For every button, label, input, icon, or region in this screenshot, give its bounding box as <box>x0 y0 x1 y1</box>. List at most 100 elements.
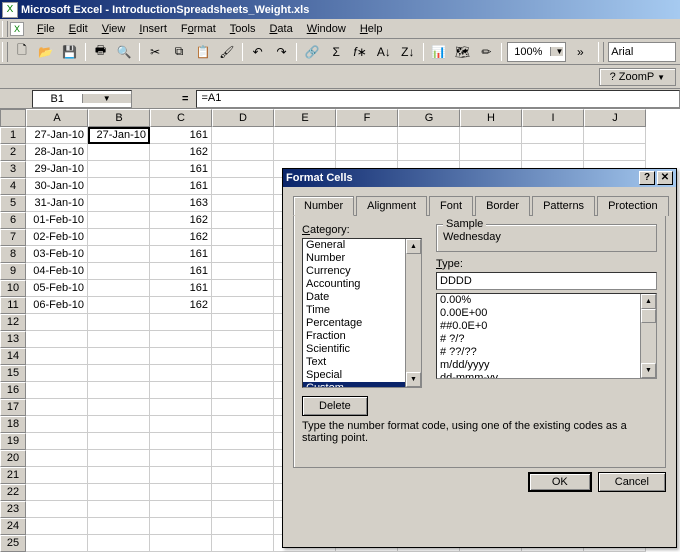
cell[interactable] <box>398 144 460 161</box>
cell[interactable] <box>274 144 336 161</box>
cell[interactable] <box>88 382 150 399</box>
list-item[interactable]: 0.00% <box>437 294 656 307</box>
cell[interactable] <box>88 178 150 195</box>
cell[interactable] <box>88 365 150 382</box>
cell[interactable]: 162 <box>150 144 212 161</box>
zoomp-button[interactable]: ? ZoomP ▼ <box>599 68 676 86</box>
scrollbar[interactable]: ▲▼ <box>405 239 421 387</box>
cell[interactable] <box>212 263 274 280</box>
cell[interactable]: 162 <box>150 297 212 314</box>
close-icon[interactable]: ✕ <box>657 171 673 185</box>
cell[interactable] <box>88 263 150 280</box>
cell[interactable] <box>88 212 150 229</box>
cell[interactable] <box>212 280 274 297</box>
cell[interactable] <box>88 314 150 331</box>
list-item[interactable]: Time <box>303 304 421 317</box>
tab-protection[interactable]: Protection <box>597 196 669 216</box>
row-header[interactable]: 15 <box>0 365 26 382</box>
column-header[interactable]: F <box>336 109 398 127</box>
list-item[interactable]: Special <box>303 369 421 382</box>
list-item[interactable]: Currency <box>303 265 421 278</box>
cell[interactable]: 161 <box>150 263 212 280</box>
menu-insert[interactable]: Insert <box>132 21 174 37</box>
cell[interactable] <box>212 501 274 518</box>
cell[interactable] <box>212 229 274 246</box>
cancel-button[interactable]: Cancel <box>598 472 666 492</box>
cell[interactable] <box>150 365 212 382</box>
cell[interactable] <box>212 331 274 348</box>
tab-font[interactable]: Font <box>429 196 473 216</box>
cell[interactable] <box>212 195 274 212</box>
cell[interactable]: 163 <box>150 195 212 212</box>
toolbar-grip[interactable] <box>2 42 8 62</box>
cell[interactable] <box>212 297 274 314</box>
cell[interactable]: 161 <box>150 280 212 297</box>
cell[interactable] <box>150 467 212 484</box>
cell[interactable]: 27-Jan-10 <box>88 127 150 144</box>
cell[interactable] <box>150 501 212 518</box>
menu-edit[interactable]: Edit <box>62 21 95 37</box>
list-item[interactable]: Number <box>303 252 421 265</box>
row-header[interactable]: 12 <box>0 314 26 331</box>
row-header[interactable]: 24 <box>0 518 26 535</box>
row-header[interactable]: 17 <box>0 399 26 416</box>
cell[interactable]: 162 <box>150 229 212 246</box>
cell[interactable] <box>212 484 274 501</box>
row-header[interactable]: 18 <box>0 416 26 433</box>
menu-help[interactable]: Help <box>353 21 390 37</box>
cell[interactable] <box>26 348 88 365</box>
font-combo[interactable]: Arial <box>608 42 676 62</box>
tab-number[interactable]: Number <box>293 196 354 216</box>
cell[interactable] <box>150 433 212 450</box>
paste-icon[interactable]: 📋 <box>192 41 214 63</box>
help-icon[interactable]: ? <box>639 171 655 185</box>
column-header[interactable]: H <box>460 109 522 127</box>
cell[interactable] <box>212 535 274 552</box>
cell[interactable] <box>150 399 212 416</box>
workbook-icon[interactable]: X <box>10 22 24 36</box>
cell[interactable] <box>26 416 88 433</box>
list-item[interactable]: # ??/?? <box>437 346 656 359</box>
cell[interactable] <box>26 535 88 552</box>
row-header[interactable]: 25 <box>0 535 26 552</box>
column-header[interactable]: G <box>398 109 460 127</box>
sort-asc-icon[interactable]: A↓ <box>373 41 395 63</box>
cell[interactable] <box>26 399 88 416</box>
list-item[interactable]: dd-mmm-yy <box>437 372 656 379</box>
cell[interactable] <box>150 331 212 348</box>
cell[interactable]: 162 <box>150 212 212 229</box>
cell[interactable] <box>88 331 150 348</box>
list-item[interactable]: Accounting <box>303 278 421 291</box>
cell[interactable] <box>88 467 150 484</box>
row-header[interactable]: 14 <box>0 348 26 365</box>
row-header[interactable]: 19 <box>0 433 26 450</box>
cell[interactable] <box>150 416 212 433</box>
list-item[interactable]: Custom <box>303 382 421 388</box>
cell[interactable] <box>398 127 460 144</box>
cell[interactable] <box>274 127 336 144</box>
cell[interactable] <box>212 382 274 399</box>
open-icon[interactable]: 📂 <box>35 41 57 63</box>
cell[interactable] <box>88 161 150 178</box>
format-codes-list[interactable]: 0.00%0.00E+00##0.0E+0# ?/?# ??/??m/dd/yy… <box>436 293 657 379</box>
cell[interactable] <box>88 195 150 212</box>
cell[interactable]: 161 <box>150 178 212 195</box>
cell[interactable] <box>212 450 274 467</box>
ok-button[interactable]: OK <box>528 472 592 492</box>
cell[interactable] <box>150 535 212 552</box>
cell[interactable] <box>212 127 274 144</box>
cell[interactable] <box>88 297 150 314</box>
list-item[interactable]: Fraction <box>303 330 421 343</box>
cell[interactable] <box>150 382 212 399</box>
row-header[interactable]: 9 <box>0 263 26 280</box>
cell[interactable] <box>88 280 150 297</box>
scrollbar[interactable]: ▲▼ <box>640 294 656 378</box>
cell[interactable] <box>150 518 212 535</box>
row-header[interactable]: 13 <box>0 331 26 348</box>
cell[interactable] <box>88 416 150 433</box>
save-icon[interactable]: 💾 <box>59 41 81 63</box>
row-header[interactable]: 22 <box>0 484 26 501</box>
chart-wizard-icon[interactable]: 📊 <box>428 41 450 63</box>
cell[interactable]: 05-Feb-10 <box>26 280 88 297</box>
cell[interactable] <box>212 433 274 450</box>
